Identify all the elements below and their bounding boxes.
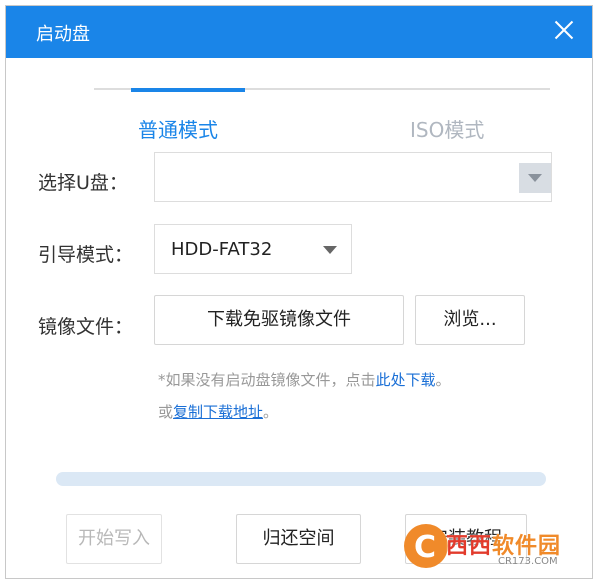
- hint-punct: 。: [263, 403, 279, 421]
- boot-mode-select[interactable]: HDD-FAT32: [154, 224, 352, 274]
- close-icon[interactable]: [550, 16, 578, 44]
- watermark-circle-icon: C: [404, 524, 448, 568]
- hint-punct: 。: [435, 371, 451, 389]
- title-bar: 启动盘: [6, 6, 592, 58]
- image-file-label: 镜像文件：: [38, 316, 134, 338]
- site-watermark-logo: C 西西软件园 CR173.COM: [398, 520, 578, 570]
- restore-space-button[interactable]: 归还空间: [236, 514, 361, 564]
- chevron-down-icon: [528, 174, 542, 182]
- hint-text: *如果没有启动盘镜像文件，点击: [158, 371, 376, 389]
- hint-line-2: 或复制下载地址。: [158, 401, 278, 422]
- start-write-button[interactable]: 开始写入: [66, 514, 162, 564]
- usb-disk-select[interactable]: [154, 152, 552, 202]
- startup-disk-dialog: 启动盘 普通模式 ISO模式 选择U盘： 引导模式： HDD-FAT32 镜像文…: [5, 5, 593, 579]
- boot-mode-label: 引导模式：: [38, 244, 134, 266]
- hint-line-1: *如果没有启动盘镜像文件，点击此处下载。: [158, 369, 451, 390]
- download-here-link[interactable]: 此处下载: [376, 371, 436, 389]
- write-progress-bar: [56, 472, 546, 486]
- browse-button[interactable]: 浏览...: [415, 295, 525, 345]
- watermark-domain: CR173.COM: [498, 556, 558, 567]
- active-tab-indicator: [131, 88, 245, 92]
- download-image-button[interactable]: 下载免驱镜像文件: [154, 295, 404, 345]
- chevron-down-icon: [323, 246, 337, 254]
- hint-text: 或: [158, 403, 174, 421]
- boot-mode-value: HDD-FAT32: [171, 239, 273, 260]
- copy-download-url-link[interactable]: 复制下载地址: [173, 403, 263, 421]
- tab-iso-mode[interactable]: ISO模式: [410, 114, 484, 143]
- disk-dropdown-button[interactable]: [519, 163, 551, 193]
- tab-normal-mode[interactable]: 普通模式: [138, 114, 218, 143]
- window-title: 启动盘: [36, 24, 90, 45]
- disk-select-label: 选择U盘：: [38, 172, 128, 194]
